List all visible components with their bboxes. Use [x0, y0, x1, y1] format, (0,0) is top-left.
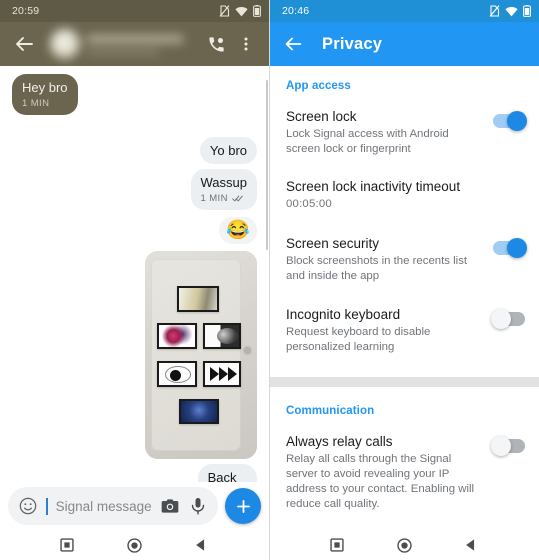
- add-attachment-button[interactable]: [225, 488, 261, 524]
- message-row-outgoing[interactable]: Yo bro: [12, 136, 257, 164]
- message-row-outgoing[interactable]: Wassup 1 MIN: [12, 168, 257, 210]
- message-row-outgoing-emoji[interactable]: 😂: [12, 216, 257, 244]
- message-input-placeholder[interactable]: Signal message: [56, 499, 152, 514]
- message-meta: 1 MIN: [22, 98, 68, 110]
- framed-print: [177, 285, 219, 312]
- framed-print: [157, 322, 197, 349]
- message-input-container[interactable]: Signal message: [8, 487, 218, 525]
- left-status-bar: 20:59: [0, 0, 269, 22]
- dual-screenshot-container: 20:59 Hey bro 1 MIN Yo bro Wassup 1 MIN …: [0, 0, 539, 560]
- more-vert-icon[interactable]: [233, 31, 259, 57]
- arrow-back-icon[interactable]: [282, 33, 304, 55]
- chat-toolbar-actions: [203, 31, 259, 57]
- privacy-settings-list[interactable]: App access Screen lock Lock Signal acces…: [270, 66, 539, 530]
- pref-value: 00:05:00: [286, 198, 332, 211]
- right-navigation-bar: [270, 530, 539, 560]
- no-sim-icon: [219, 5, 230, 17]
- toggle-screen-security[interactable]: [493, 237, 527, 258]
- wifi-icon: [505, 6, 518, 17]
- pref-screen-lock-inactivity-timeout[interactable]: Screen lock inactivity timeout 00:05:00: [270, 167, 539, 222]
- pref-summary: Request keyboard to disable personalized…: [286, 325, 431, 354]
- pref-always-relay-calls[interactable]: Always relay calls Relay all calls throu…: [270, 427, 539, 522]
- message-text: Yo bro: [209, 142, 247, 158]
- text-caret: [46, 497, 48, 515]
- section-header-communication: Communication: [286, 405, 375, 418]
- framed-print: [203, 360, 241, 387]
- message-emoji: 😂: [226, 219, 250, 241]
- pref-read-receipts[interactable]: Read receipts If read receipts are disab…: [270, 522, 539, 530]
- arrow-back-icon[interactable]: [12, 32, 36, 56]
- message-row-outgoing[interactable]: Back NOW: [12, 463, 257, 482]
- pref-title: Screen lock: [286, 109, 357, 124]
- message-bubble[interactable]: Wassup 1 MIN: [190, 168, 257, 210]
- left-status-icons: [219, 5, 261, 17]
- message-meta: 1 MIN: [201, 193, 247, 205]
- framed-print: [203, 322, 241, 349]
- signal-chat-screen: 20:59 Hey bro 1 MIN Yo bro Wassup 1 MIN …: [0, 0, 269, 560]
- pref-title: Incognito keyboard: [286, 306, 401, 322]
- avatar: [50, 29, 80, 59]
- framed-print: [179, 398, 219, 424]
- pref-title: Always relay calls: [286, 434, 393, 450]
- message-text: Hey bro: [22, 80, 68, 95]
- pref-screen-security[interactable]: Screen security Block screenshots in the…: [270, 223, 539, 294]
- right-status-icons: [489, 5, 531, 17]
- toggle-screen-lock[interactable]: [493, 111, 527, 131]
- image-attachment[interactable]: [145, 250, 257, 459]
- camera-icon[interactable]: [160, 496, 180, 516]
- message-text: Back: [207, 469, 237, 482]
- message-bubble[interactable]: Back NOW: [197, 463, 257, 482]
- privacy-toolbar: Privacy: [270, 22, 539, 66]
- recents-square-icon[interactable]: [330, 537, 345, 553]
- pref-summary: Relay all calls through the Signal serve…: [286, 453, 475, 511]
- message-time: 1 MIN: [22, 98, 50, 110]
- wifi-icon: [235, 6, 248, 17]
- right-status-time: 20:46: [282, 5, 310, 17]
- no-sim-icon: [489, 5, 500, 17]
- framed-print: [157, 360, 197, 387]
- back-triangle-icon[interactable]: [464, 538, 479, 553]
- left-status-time: 20:59: [12, 5, 40, 17]
- chat-message-list[interactable]: Hey bro 1 MIN Yo bro Wassup 1 MIN 😂 Back: [0, 66, 269, 482]
- section-header-app-access: App access: [286, 80, 351, 92]
- message-composer: Signal message: [0, 482, 269, 530]
- microphone-icon[interactable]: [188, 496, 208, 516]
- pref-title: Screen security: [286, 235, 380, 251]
- home-circle-icon[interactable]: [397, 537, 412, 553]
- section-divider: [270, 377, 539, 388]
- message-row-incoming[interactable]: Hey bro 1 MIN: [12, 74, 257, 115]
- message-bubble[interactable]: Hey bro 1 MIN: [12, 74, 78, 115]
- message-time: 1 MIN: [200, 193, 228, 205]
- phone-call-icon[interactable]: [203, 31, 229, 57]
- emoji-smiley-icon[interactable]: [18, 496, 38, 516]
- pref-screen-lock[interactable]: Screen lock Lock Signal access with Andr…: [270, 102, 539, 167]
- page-title: Privacy: [322, 34, 383, 53]
- message-text: Wassup: [200, 174, 247, 190]
- signal-privacy-settings-screen: 20:46 Privacy App access Screen lock Loc…: [269, 0, 539, 560]
- left-navigation-bar: [0, 530, 269, 560]
- door-knob-icon: [244, 346, 251, 354]
- message-bubble-emoji[interactable]: 😂: [219, 216, 257, 244]
- contact-subtitle: [86, 49, 160, 55]
- contact-name: [86, 35, 184, 43]
- toggle-always-relay-calls[interactable]: [491, 436, 525, 457]
- pref-summary: Block screenshots in the recents list an…: [286, 254, 468, 282]
- plus-icon: [234, 497, 253, 516]
- read-check-icon: [232, 194, 243, 203]
- pref-title: Screen lock inactivity timeout: [286, 179, 461, 195]
- right-status-bar: 20:46: [270, 0, 539, 22]
- chat-toolbar: [0, 22, 269, 66]
- contact-identity-blurred[interactable]: [46, 24, 203, 64]
- back-triangle-icon[interactable]: [194, 538, 209, 553]
- chat-scrollbar[interactable]: [265, 80, 268, 250]
- message-bubble[interactable]: Yo bro: [199, 136, 257, 164]
- message-row-outgoing-image[interactable]: [12, 250, 257, 459]
- recents-square-icon[interactable]: [60, 537, 75, 553]
- toggle-incognito-keyboard[interactable]: [491, 308, 525, 329]
- pref-summary: Lock Signal access with Android screen l…: [286, 128, 449, 156]
- battery-icon: [523, 5, 531, 17]
- home-circle-icon[interactable]: [127, 537, 142, 553]
- pref-incognito-keyboard[interactable]: Incognito keyboard Request keyboard to d…: [270, 294, 539, 365]
- battery-icon: [253, 5, 261, 17]
